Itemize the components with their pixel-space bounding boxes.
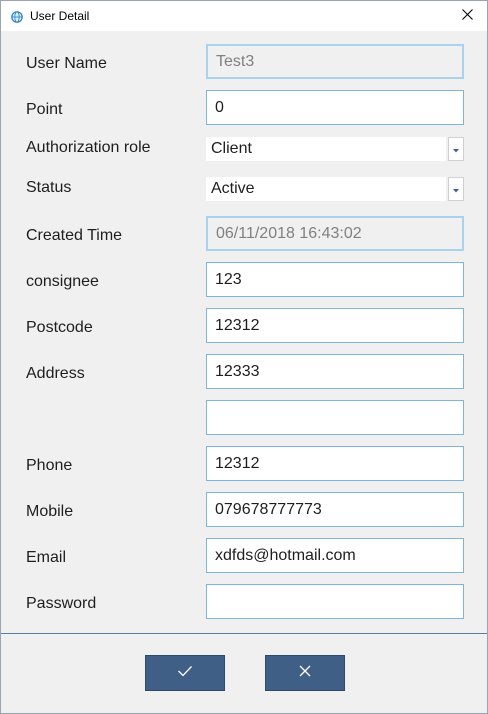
postcode-label: Postcode — [26, 319, 93, 336]
authorization-role-select[interactable]: Client — [206, 137, 464, 161]
phone-field[interactable]: 12312 — [206, 446, 464, 481]
user-detail-window: User Detail User Name Test3 Point 0 Auth… — [0, 0, 488, 714]
window-title: User Detail — [30, 9, 90, 23]
window-close-button[interactable] — [447, 1, 487, 31]
username-label: User Name — [26, 55, 107, 72]
dialog-footer — [1, 634, 487, 713]
caret-down-icon — [453, 140, 459, 158]
consignee-field[interactable]: 123 — [206, 262, 464, 297]
postcode-field[interactable]: 12312 — [206, 308, 464, 343]
address-label: Address — [26, 365, 85, 382]
mobile-field[interactable]: 079678777773 — [206, 492, 464, 527]
status-value: Active — [206, 177, 446, 201]
password-label: Password — [26, 595, 97, 612]
status-label: Status — [26, 179, 72, 196]
title-bar[interactable]: User Detail — [1, 1, 487, 31]
point-field[interactable]: 0 — [206, 90, 464, 125]
authorization-role-value: Client — [206, 137, 446, 161]
email-field[interactable]: xdfds@hotmail.com — [206, 538, 464, 573]
password-field[interactable] — [206, 584, 464, 619]
caret-down-icon — [453, 180, 459, 198]
created-time-field[interactable]: 06/11/2018 16:43:02 — [206, 216, 464, 251]
globe-icon — [11, 10, 23, 23]
address-field[interactable]: 12333 — [206, 354, 464, 389]
authorization-role-dropdown-button[interactable] — [448, 137, 464, 161]
email-label: Email — [26, 549, 67, 566]
authorization-role-label: Authorization role — [26, 139, 151, 156]
point-label: Point — [26, 101, 63, 118]
status-select[interactable]: Active — [206, 177, 464, 201]
consignee-label: consignee — [26, 273, 99, 290]
checkmark-icon — [177, 664, 193, 682]
close-icon — [461, 7, 473, 25]
address-line2-field[interactable] — [206, 400, 464, 435]
phone-label: Phone — [26, 457, 73, 474]
status-dropdown-button[interactable] — [448, 177, 464, 201]
created-time-label: Created Time — [26, 227, 123, 244]
user-detail-form: User Name Test3 Point 0 Authorization ro… — [1, 31, 487, 633]
ok-button[interactable] — [145, 655, 225, 691]
mobile-label: Mobile — [26, 503, 74, 520]
close-icon — [299, 664, 311, 682]
cancel-button[interactable] — [265, 655, 345, 691]
username-field[interactable]: Test3 — [206, 44, 464, 79]
